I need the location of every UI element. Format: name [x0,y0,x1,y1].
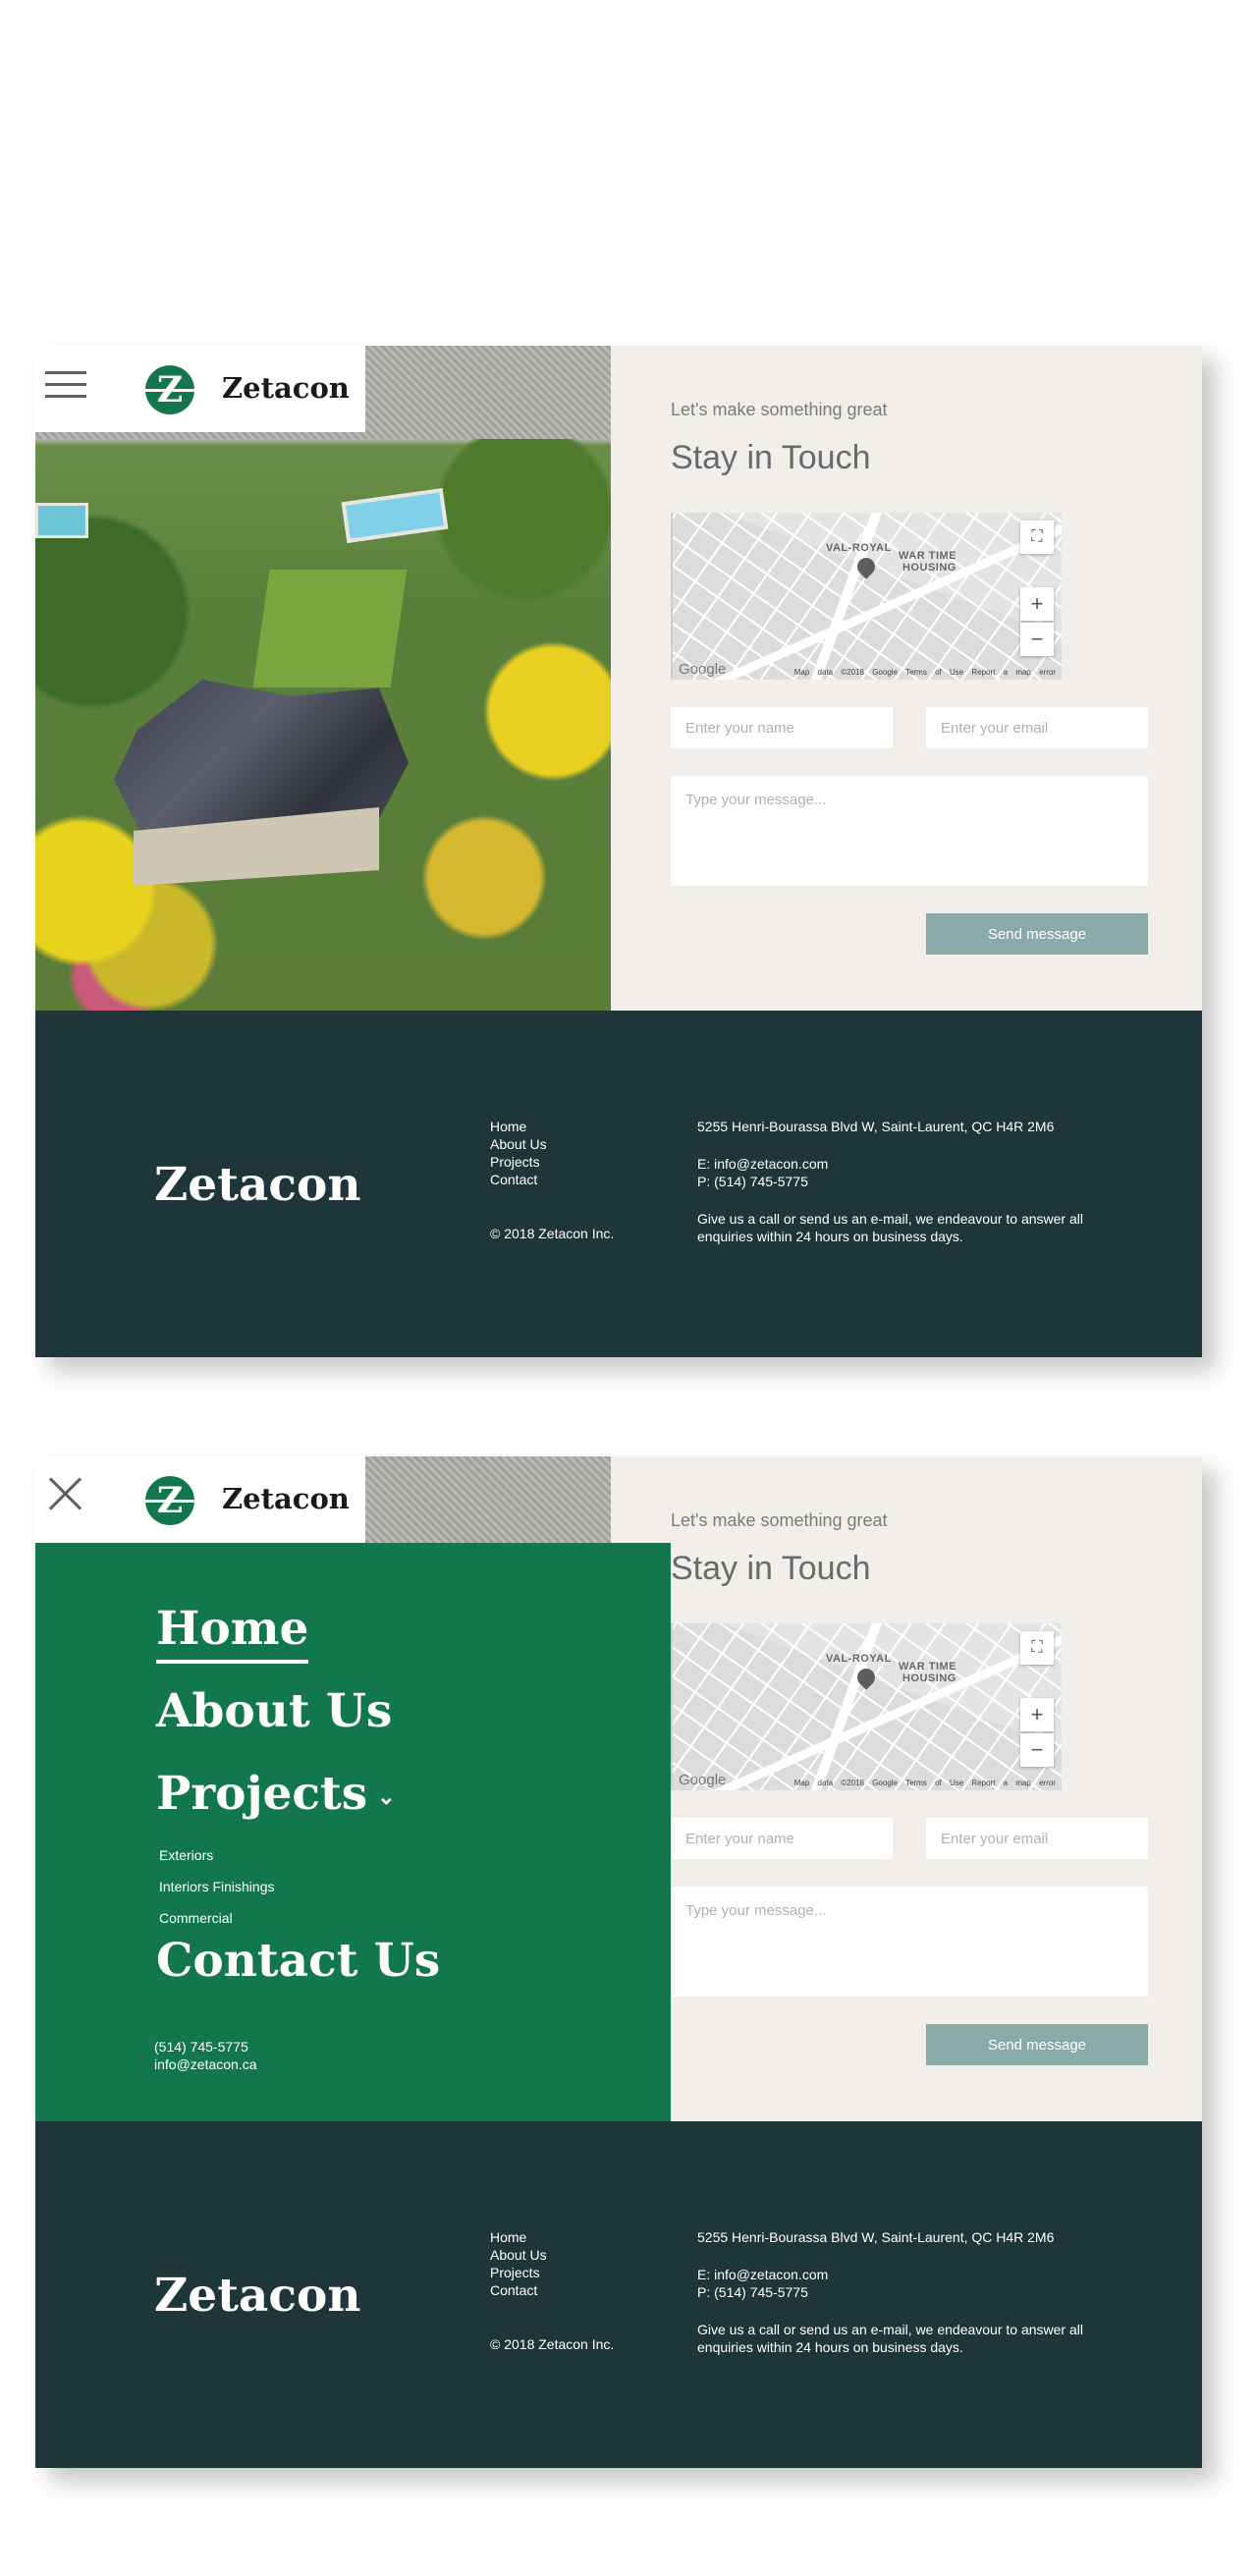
footer-links: Home About Us Projects Contact [490,2228,547,2299]
contact-panel: Let's make something great Stay in Touch… [611,346,1202,1011]
email-field[interactable] [926,1818,1148,1859]
submenu-commercial[interactable]: Commercial [159,1910,233,1926]
copyright: © 2018 Zetacon Inc. [490,2336,615,2352]
contact-panel: Let's make something great Stay in Touch… [611,1456,1202,2121]
nav-menu: Home About Us Projects ⌄ Exteriors Interi… [35,1543,671,2121]
map[interactable]: VAL-ROYAL WAR TIME HOUSING ⛶ + − Google … [671,1623,1062,1790]
email-field[interactable] [926,707,1148,748]
footer-link-about[interactable]: About Us [490,2246,547,2264]
contact-title: Stay in Touch [671,439,871,476]
fullscreen-icon[interactable]: ⛶ [1020,521,1054,554]
footer-link-projects[interactable]: Projects [490,2264,547,2281]
logo-text[interactable]: Zetacon [222,1482,350,1515]
menu-phone[interactable]: (514) 745-5775 [154,2039,248,2055]
hero-pool [341,487,449,544]
logo-text[interactable]: Zetacon [222,371,350,405]
footer-brand: Zetacon [154,2269,361,2323]
footer-phone[interactable]: P: (514) 745-5775 [697,2284,808,2300]
footer-link-home[interactable]: Home [490,2228,547,2246]
send-message-button[interactable]: Send message [926,913,1148,955]
header: Z Zetacon [35,1456,365,1543]
menu-item-contact[interactable]: Contact Us [156,1934,440,1988]
name-field[interactable] [671,1818,893,1859]
message-field[interactable] [671,776,1148,886]
zoom-out-icon[interactable]: − [1020,623,1054,656]
map-label: HOUSING [902,562,956,574]
footer-link-about[interactable]: About Us [490,1135,547,1153]
copyright: © 2018 Zetacon Inc. [490,1226,615,1241]
google-logo: Google [679,1772,727,1788]
zoom-in-icon[interactable]: + [1020,587,1054,621]
map[interactable]: VAL-ROYAL WAR TIME HOUSING ⛶ + − Google … [671,513,1062,680]
map-label: WAR TIME [899,550,956,562]
contact-title: Stay in Touch [671,1550,871,1587]
footer-brand: Zetacon [154,1158,361,1212]
footer-link-home[interactable]: Home [490,1118,547,1135]
map-label: VAL-ROYAL [826,1653,892,1665]
menu-item-projects[interactable]: Projects ⌄ [156,1767,396,1821]
footer-email[interactable]: E: info@zetacon.com [697,1156,828,1172]
footer-blurb: Give us a call or send us an e-mail, we … [697,2322,1083,2355]
chevron-down-icon[interactable]: ⌄ [377,1784,395,1810]
menu-item-home[interactable]: Home [156,1602,309,1664]
footer-link-contact[interactable]: Contact [490,1171,547,1188]
hero-lawn [252,570,408,687]
map-attribution[interactable]: Map data ©2018 Google Terms of Use Repor… [794,1779,1056,1787]
map-label: VAL-ROYAL [826,542,892,554]
zoom-in-icon[interactable]: + [1020,1698,1054,1731]
menu-email[interactable]: info@zetacon.ca [154,2056,257,2072]
footer-link-contact[interactable]: Contact [490,2281,547,2299]
footer-blurb: Give us a call or send us an e-mail, we … [697,1211,1083,1244]
name-field[interactable] [671,707,893,748]
hero-photo [35,346,611,1011]
message-field[interactable] [671,1887,1148,1997]
map-road [806,513,883,680]
submenu-interiors[interactable]: Interiors Finishings [159,1879,275,1894]
fullscreen-icon[interactable]: ⛶ [1020,1631,1054,1665]
logo-mark[interactable]: Z [145,365,194,414]
footer: Zetacon Home About Us Projects Contact ©… [35,2121,1202,2468]
footer-phone[interactable]: P: (514) 745-5775 [697,1174,808,1189]
footer-link-projects[interactable]: Projects [490,1153,547,1171]
submenu-exteriors[interactable]: Exteriors [159,1847,213,1863]
footer-email[interactable]: E: info@zetacon.com [697,2267,828,2282]
header: Z Zetacon [35,346,365,432]
zoom-out-icon[interactable]: − [1020,1733,1054,1767]
map-attribution[interactable]: Map data ©2018 Google Terms of Use Repor… [794,668,1056,677]
logo-mark[interactable]: Z [145,1476,194,1525]
map-label: WAR TIME [899,1661,956,1672]
footer-address: 5255 Henri-Bourassa Blvd W, Saint-Lauren… [697,2229,1055,2245]
footer-address: 5255 Henri-Bourassa Blvd W, Saint-Lauren… [697,1119,1055,1134]
google-logo: Google [679,661,727,678]
map-label: HOUSING [902,1672,956,1684]
footer-links: Home About Us Projects Contact [490,1118,547,1188]
contact-eyebrow: Let's make something great [671,400,888,419]
map-road [806,1623,883,1790]
footer: Zetacon Home About Us Projects Contact ©… [35,1011,1202,1357]
send-message-button[interactable]: Send message [926,2024,1148,2065]
menu-icon[interactable] [45,371,86,401]
close-icon[interactable] [49,1476,82,1509]
screen-menu-open: Z Zetacon Let's make something great Sta… [35,1456,1202,2468]
menu-item-about[interactable]: About Us [156,1684,392,1738]
hero-pool [35,503,88,538]
contact-eyebrow: Let's make something great [671,1510,888,1530]
menu-item-projects-label: Projects [156,1767,368,1821]
screen-default: Z Zetacon Let's make something great Sta… [35,346,1202,1357]
